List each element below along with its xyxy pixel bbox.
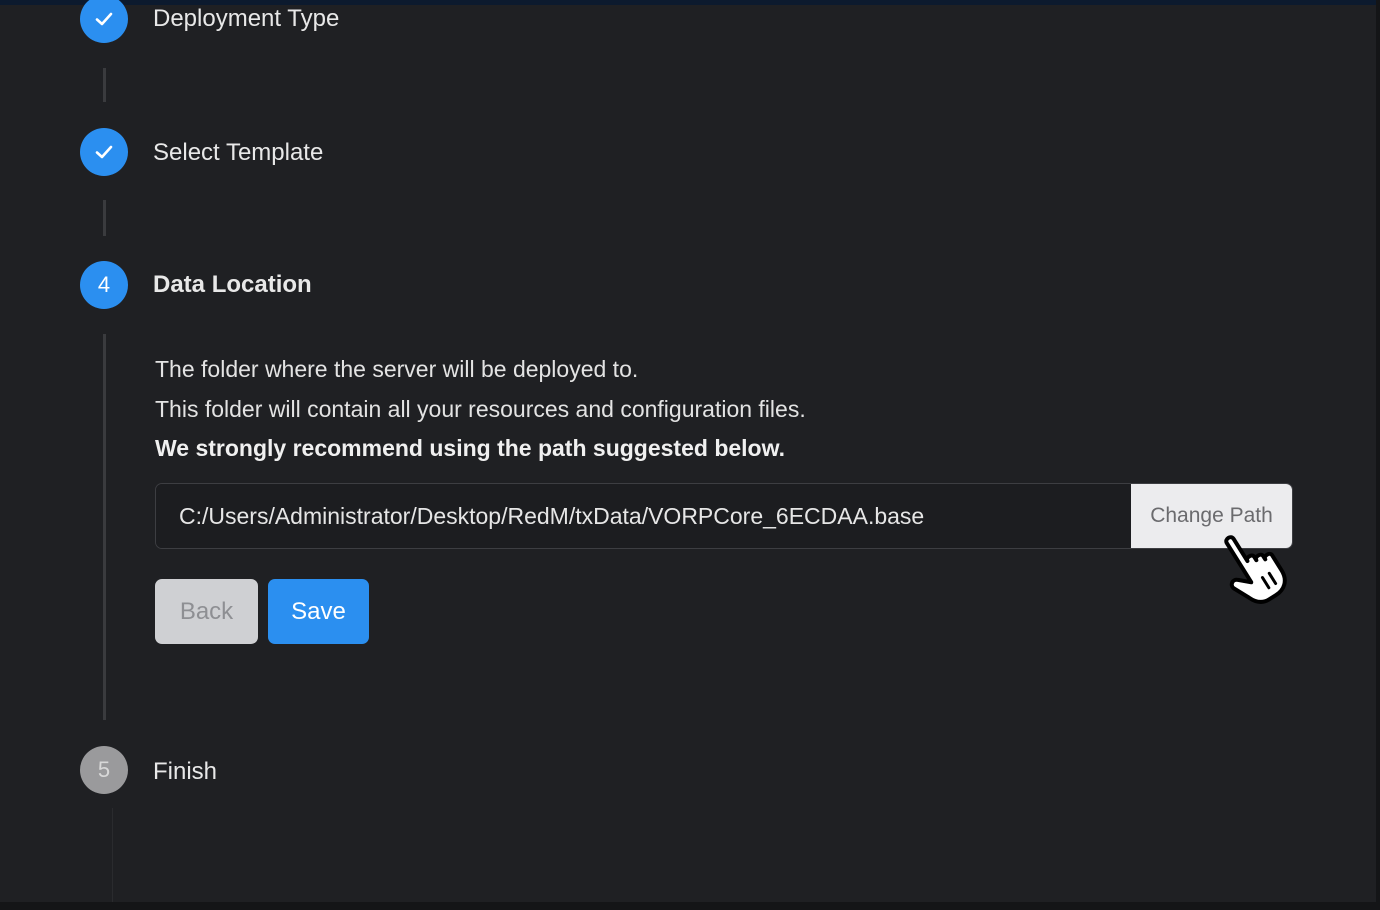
path-input-group: Change Path	[155, 483, 1293, 549]
step-select-template-title[interactable]: Select Template	[153, 139, 323, 167]
step-finish-indicator: 5	[80, 746, 128, 794]
step-deployment-type-indicator	[80, 0, 128, 43]
save-button[interactable]: Save	[268, 579, 369, 644]
data-location-description-line2: This folder will contain all your resour…	[155, 396, 806, 422]
check-icon	[95, 145, 113, 159]
data-location-recommendation: We strongly recommend using the path sug…	[155, 435, 786, 461]
step-data-location-indicator: 4	[80, 261, 128, 309]
step-finish-title: Finish	[153, 758, 218, 785]
step-connector	[112, 808, 113, 902]
deployment-stepper: Deployment Type Select Template 4 Data L…	[0, 0, 1376, 902]
back-button[interactable]: Back	[155, 579, 258, 644]
step-connector	[103, 68, 106, 102]
hand-pointer-icon	[1224, 535, 1287, 604]
step-deployment-type-title[interactable]: Deployment Type	[153, 5, 339, 33]
data-path-input[interactable]	[156, 484, 1131, 548]
data-location-description-line1: The folder where the server will be depl…	[155, 356, 639, 382]
step-connector	[103, 334, 106, 720]
window-edge	[1376, 0, 1380, 910]
step-data-location-title: Data Location	[153, 271, 312, 298]
step-connector	[103, 200, 106, 236]
window-bottom-edge	[0, 902, 1380, 910]
step-select-template-indicator	[80, 128, 128, 176]
check-icon	[95, 12, 113, 26]
